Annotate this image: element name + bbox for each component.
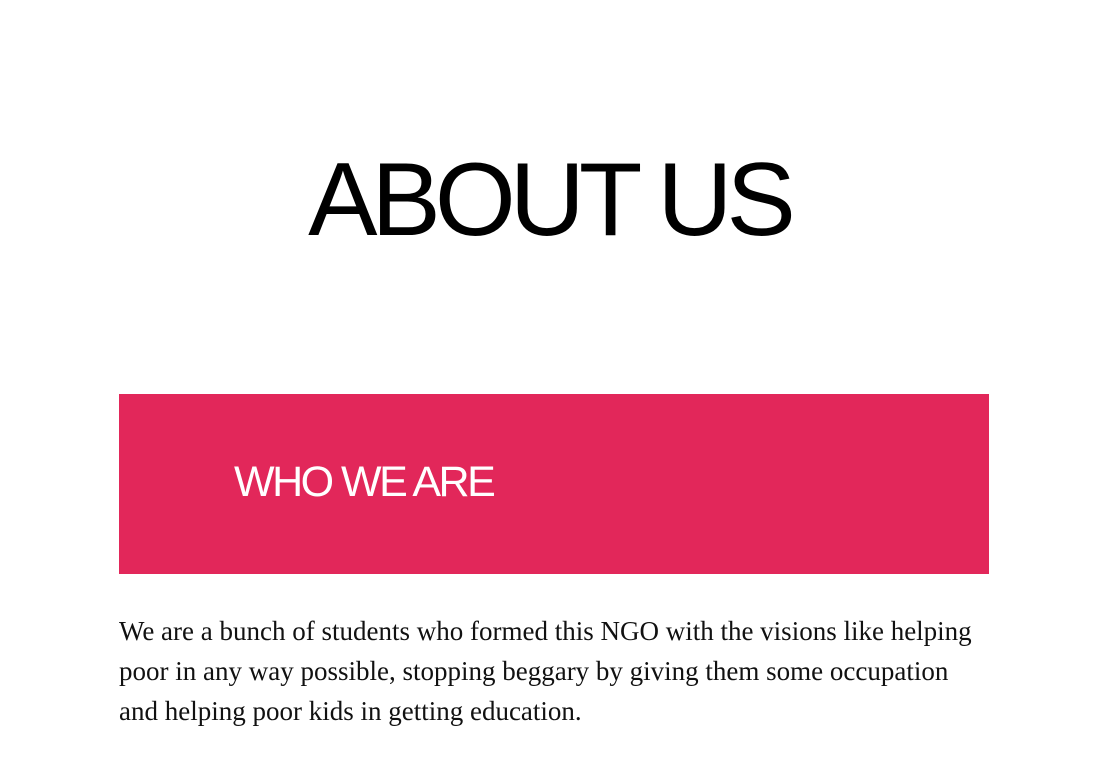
who-we-are-heading: WHO WE ARE	[234, 458, 496, 506]
who-we-are-description: We are a bunch of students who formed th…	[119, 616, 972, 726]
page-title: ABOUT US	[308, 142, 796, 258]
who-we-are-banner: WHO WE ARE	[119, 394, 989, 574]
